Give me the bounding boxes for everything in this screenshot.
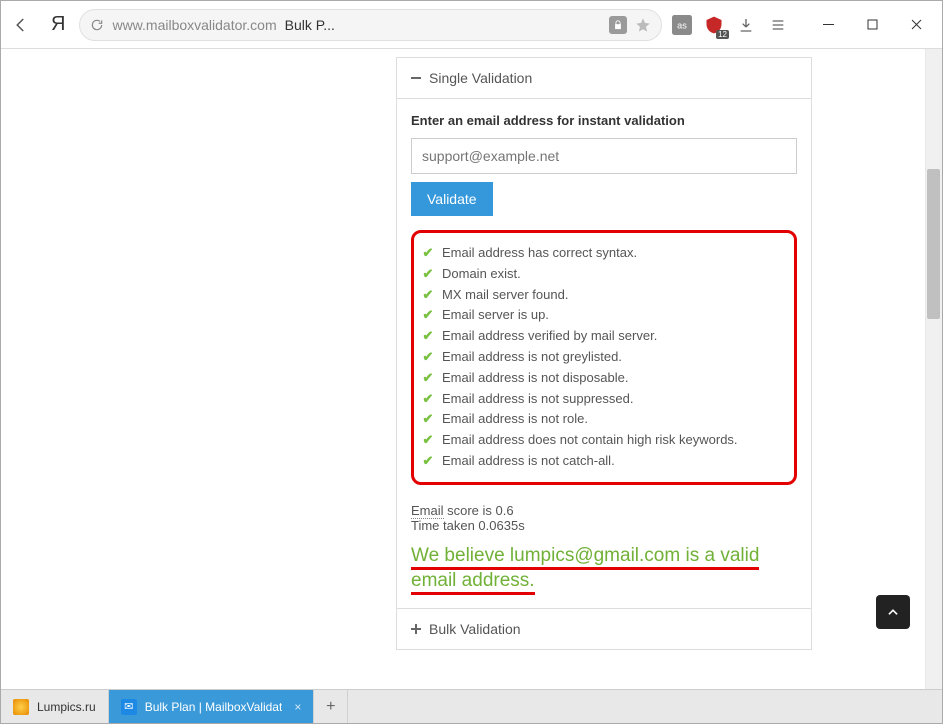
svg-text:as: as: [677, 20, 687, 30]
bulk-validation-header[interactable]: Bulk Validation: [397, 608, 811, 649]
page-viewport: Single Validation Enter an email address…: [1, 49, 942, 689]
reload-icon[interactable]: [90, 18, 104, 32]
check-icon: ✔: [420, 409, 436, 430]
score-block: Email score is 0.6 Time taken 0.0635s: [411, 503, 797, 533]
result-line: ✔Email address does not contain high ris…: [420, 430, 786, 451]
result-line: ✔Email address is not suppressed.: [420, 389, 786, 410]
score-label: Email: [411, 503, 444, 519]
scrollbar[interactable]: [925, 49, 942, 689]
verdict-text: We believe lumpics@gmail.com is a valid …: [411, 543, 797, 594]
new-tab-button[interactable]: +: [314, 690, 348, 723]
window-controls: [806, 10, 938, 40]
browser-toolbar: Я www.mailboxvalidator.com Bulk P... as …: [1, 1, 942, 49]
expand-icon: [411, 624, 421, 634]
time-taken: Time taken 0.0635s: [411, 518, 797, 533]
check-icon: ✔: [420, 347, 436, 368]
yandex-logo[interactable]: Я: [51, 13, 65, 36]
check-icon: ✔: [420, 264, 436, 285]
check-icon: ✔: [420, 368, 436, 389]
lastfm-extension-icon[interactable]: as: [670, 13, 694, 37]
browser-window: Я www.mailboxvalidator.com Bulk P... as …: [0, 0, 943, 724]
single-validation-header[interactable]: Single Validation: [397, 58, 811, 99]
taskbar-tab-lumpics[interactable]: Lumpics.ru: [1, 690, 109, 723]
bookmark-icon[interactable]: [635, 17, 651, 33]
tab-close-icon[interactable]: ×: [294, 700, 301, 714]
maximize-button[interactable]: [850, 10, 894, 40]
result-line: ✔Email address verified by mail server.: [420, 326, 786, 347]
result-line: ✔Email address is not catch-all.: [420, 451, 786, 472]
result-line: ✔Email address is not role.: [420, 409, 786, 430]
result-line: ✔Email address is not greylisted.: [420, 347, 786, 368]
scroll-to-top-button[interactable]: [876, 595, 910, 629]
url-text: www.mailboxvalidator.com: [112, 17, 276, 33]
check-icon: ✔: [420, 389, 436, 410]
taskbar: Lumpics.ru ✉ Bulk Plan | MailboxValidat …: [1, 689, 942, 723]
ublock-extension-icon[interactable]: 12: [702, 13, 726, 37]
tab-label: Lumpics.ru: [37, 700, 96, 714]
extension-badge: 12: [716, 30, 729, 39]
page-title: Bulk P...: [285, 17, 335, 33]
lock-icon[interactable]: [609, 16, 627, 34]
collapse-icon: [411, 77, 421, 79]
check-icon: ✔: [420, 430, 436, 451]
validate-button[interactable]: Validate: [411, 182, 493, 216]
result-line: ✔MX mail server found.: [420, 285, 786, 306]
tab-label: Bulk Plan | MailboxValidat: [145, 700, 283, 714]
address-bar[interactable]: www.mailboxvalidator.com Bulk P...: [79, 9, 662, 41]
result-line: ✔Email address has correct syntax.: [420, 243, 786, 264]
single-validation-title: Single Validation: [429, 70, 532, 86]
results-box: ✔Email address has correct syntax. ✔Doma…: [411, 230, 797, 485]
favicon-mail: ✉: [121, 699, 137, 715]
back-button[interactable]: [5, 9, 37, 41]
close-button[interactable]: [894, 10, 938, 40]
downloads-icon[interactable]: [734, 13, 758, 37]
bulk-validation-title: Bulk Validation: [429, 621, 521, 637]
check-icon: ✔: [420, 326, 436, 347]
result-line: ✔Email server is up.: [420, 305, 786, 326]
validation-accordion: Single Validation Enter an email address…: [396, 57, 812, 650]
result-line: ✔Email address is not disposable.: [420, 368, 786, 389]
single-validation-body: Enter an email address for instant valid…: [397, 99, 811, 608]
check-icon: ✔: [420, 285, 436, 306]
email-input[interactable]: [411, 138, 797, 174]
check-icon: ✔: [420, 305, 436, 326]
scrollbar-thumb[interactable]: [927, 169, 940, 319]
score-value: score is 0.6: [444, 503, 514, 518]
minimize-button[interactable]: [806, 10, 850, 40]
result-line: ✔Domain exist.: [420, 264, 786, 285]
check-icon: ✔: [420, 451, 436, 472]
favicon-lumpics: [13, 699, 29, 715]
form-label: Enter an email address for instant valid…: [411, 113, 797, 128]
taskbar-tab-mailboxvalidator[interactable]: ✉ Bulk Plan | MailboxValidat ×: [109, 690, 315, 723]
menu-icon[interactable]: [766, 13, 790, 37]
check-icon: ✔: [420, 243, 436, 264]
